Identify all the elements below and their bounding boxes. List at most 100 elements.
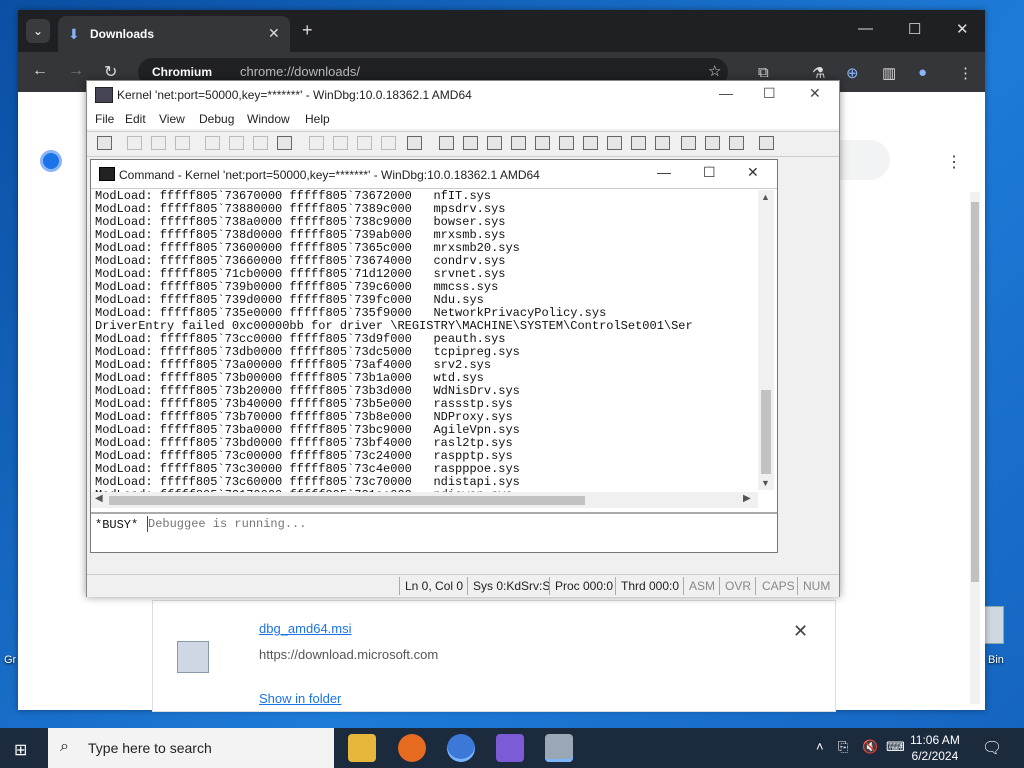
chevron-down-icon: ⌄: [32, 24, 44, 38]
scratch-pad-icon[interactable]: [607, 136, 622, 150]
cut-icon[interactable]: [127, 136, 142, 150]
downloads-icon[interactable]: ⊕: [846, 64, 859, 82]
taskbar: ⊞ ⌕ Type here to search ˄ ⎘ 🔇 ⌨ 11:06 AM…: [0, 728, 1024, 768]
break-icon[interactable]: [277, 136, 292, 150]
page-scrollbar[interactable]: [970, 192, 980, 704]
windows-start-icon[interactable]: ⊞: [14, 740, 27, 760]
network-icon[interactable]: ⎘: [838, 739, 848, 755]
chromium-taskbar-icon[interactable]: [447, 734, 475, 762]
menu-file[interactable]: File: [95, 112, 114, 126]
scroll-up-icon[interactable]: ▲: [761, 192, 770, 202]
windbg-app-icon: [95, 87, 113, 103]
registers-icon[interactable]: [511, 136, 526, 150]
profile-icon[interactable]: ●: [918, 64, 927, 81]
windbg-taskbar-icon[interactable]: [545, 734, 573, 762]
show-in-folder-link[interactable]: Show in folder: [259, 691, 341, 706]
more-actions-icon[interactable]: ⋮: [946, 152, 962, 172]
status-asm: ASM: [689, 579, 716, 593]
menu-view[interactable]: View: [159, 112, 185, 126]
maximize-icon[interactable]: ☐: [908, 20, 921, 38]
horizontal-scrollbar[interactable]: ◀ ▶: [91, 492, 758, 508]
paste-icon[interactable]: [175, 136, 190, 150]
step-into-icon[interactable]: [309, 136, 324, 150]
minimize-icon[interactable]: —: [719, 85, 733, 101]
menu-icon[interactable]: ⋮: [958, 64, 973, 82]
side-panel-icon[interactable]: ▥: [882, 64, 896, 82]
font-icon[interactable]: [729, 136, 744, 150]
back-icon[interactable]: ←: [32, 62, 48, 80]
stop-icon[interactable]: [253, 136, 268, 150]
vertical-scrollbar[interactable]: ▲ ▼: [758, 190, 774, 490]
file-explorer-icon[interactable]: [348, 734, 376, 762]
step-out-icon[interactable]: [357, 136, 372, 150]
processes-icon[interactable]: [631, 136, 646, 150]
command-icon[interactable]: [439, 136, 454, 150]
url-text[interactable]: chrome://downloads/: [240, 64, 360, 79]
options-icon[interactable]: [759, 136, 774, 150]
desktop-icon-label[interactable]: Gr: [4, 654, 16, 666]
scrollbar-thumb[interactable]: [971, 202, 979, 582]
command-input[interactable]: [147, 516, 768, 532]
language-icon[interactable]: ⌨: [886, 739, 905, 755]
scroll-left-icon[interactable]: ◀: [95, 493, 103, 504]
maximize-icon[interactable]: ☐: [703, 164, 716, 181]
tab-downloads[interactable]: ⬇ Downloads ✕: [58, 16, 290, 52]
firefox-icon[interactable]: [398, 734, 426, 762]
open-icon[interactable]: [97, 136, 112, 150]
close-window-icon[interactable]: ✕: [956, 20, 969, 38]
scroll-right-icon[interactable]: ▶: [743, 493, 751, 504]
status-position: Ln 0, Col 0: [405, 579, 464, 593]
disassembly-icon[interactable]: [583, 136, 598, 150]
go-icon[interactable]: [205, 136, 220, 150]
volume-muted-icon[interactable]: 🔇: [862, 739, 878, 755]
source-mode-icon[interactable]: [655, 136, 670, 150]
forward-icon[interactable]: →: [68, 62, 84, 80]
run-to-cursor-icon[interactable]: [381, 136, 396, 150]
minimize-icon[interactable]: —: [858, 20, 873, 37]
source-icon[interactable]: [681, 136, 696, 150]
call-stack-icon[interactable]: [559, 136, 574, 150]
close-icon[interactable]: ✕: [747, 164, 759, 181]
recycle-bin-icon[interactable]: [984, 606, 1004, 644]
recycle-bin-label[interactable]: Bin: [988, 654, 1004, 666]
notifications-icon[interactable]: 🗨: [982, 738, 1002, 758]
search-icon: ⌕: [60, 738, 69, 755]
star-icon[interactable]: ☆: [708, 62, 721, 80]
memory-icon[interactable]: [535, 136, 550, 150]
menu-window[interactable]: Window: [247, 112, 290, 126]
locals-icon[interactable]: [487, 136, 502, 150]
remove-download-icon[interactable]: ✕: [793, 621, 808, 642]
command-prompt: *BUSY*: [91, 512, 777, 536]
hand-icon[interactable]: [407, 136, 422, 150]
download-item: dbg_amd64.msi https://download.microsoft…: [152, 600, 836, 712]
watch-icon[interactable]: [463, 136, 478, 150]
taskbar-search-box[interactable]: ⌕ Type here to search: [48, 728, 334, 768]
close-icon[interactable]: ✕: [268, 25, 280, 42]
scroll-down-icon[interactable]: ▼: [761, 478, 770, 488]
download-icon: ⬇: [68, 26, 80, 42]
command-title: Command - Kernel 'net:port=50000,key=***…: [119, 168, 540, 182]
menu-debug[interactable]: Debug: [199, 112, 234, 126]
hex-display-icon[interactable]: [705, 136, 720, 150]
chevron-up-icon[interactable]: ˄: [816, 739, 824, 754]
tab-search-button[interactable]: ⌄: [26, 19, 50, 43]
app-chip[interactable]: Chromium: [146, 63, 218, 81]
close-icon[interactable]: ✕: [809, 85, 821, 102]
search-placeholder: Type here to search: [88, 740, 212, 756]
app-icon[interactable]: [496, 734, 524, 762]
tab-title: Downloads: [90, 27, 155, 41]
step-over-icon[interactable]: [333, 136, 348, 150]
minimize-icon[interactable]: —: [657, 164, 671, 180]
menu-edit[interactable]: Edit: [125, 112, 146, 126]
scrollbar-thumb[interactable]: [761, 390, 771, 474]
new-tab-button[interactable]: +: [302, 20, 313, 41]
reload-icon[interactable]: ↻: [104, 62, 117, 82]
maximize-icon[interactable]: ☐: [763, 85, 776, 102]
extensions-icon[interactable]: ⧉: [758, 64, 769, 81]
restart-icon[interactable]: [229, 136, 244, 150]
menu-help[interactable]: Help: [305, 112, 330, 126]
scrollbar-thumb[interactable]: [109, 496, 585, 505]
clock[interactable]: 11:06 AM 6/2/2024: [910, 732, 960, 764]
copy-icon[interactable]: [151, 136, 166, 150]
download-filename-link[interactable]: dbg_amd64.msi: [259, 621, 352, 636]
